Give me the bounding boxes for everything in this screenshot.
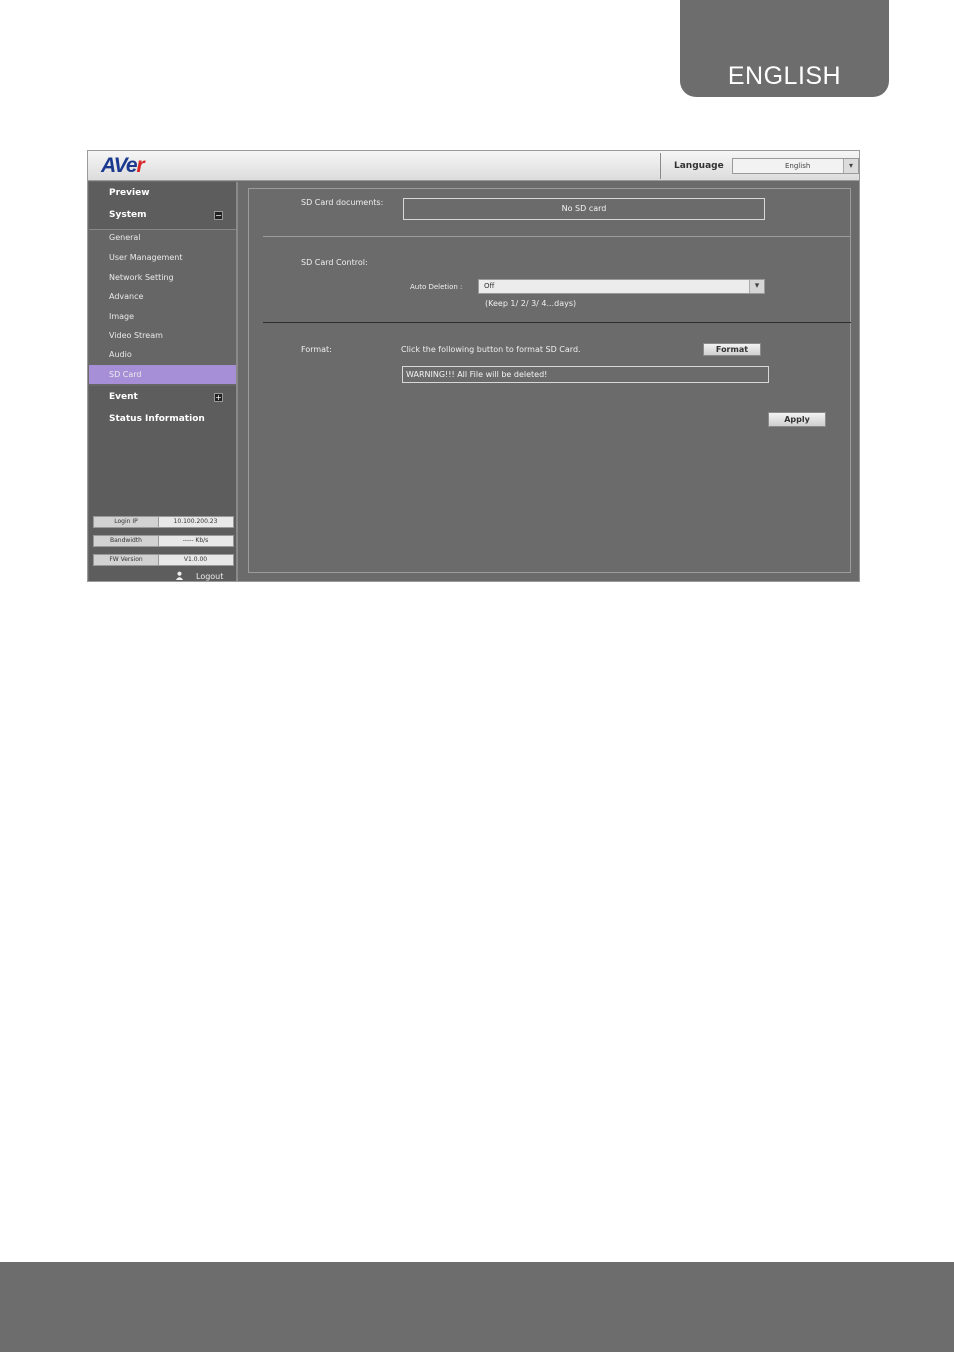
chevron-down-icon[interactable]: ▾ [843,159,858,173]
sidebar-item-image[interactable]: Image [109,312,134,321]
nav-preview[interactable]: Preview [109,188,150,198]
fw-version-value: V1.0.00 [183,556,208,563]
sidebar-item-user-management[interactable]: User Management [109,253,182,262]
nav-system[interactable]: System [109,210,147,220]
sd-docs-status: No SD card [403,198,765,220]
fw-version-row: FW Version V1.0.00 [93,554,234,566]
login-ip-label: Login IP [94,517,159,527]
divider [263,322,851,323]
nav-event[interactable]: Event [109,392,138,402]
app-window: AVer Language English ▾ Preview System −… [87,150,860,582]
aver-logo: AVer [101,154,145,177]
format-label: Format: [301,345,332,354]
sd-control-label: SD Card Control: [301,258,368,267]
nav-status-information[interactable]: Status Information [109,414,205,424]
auto-deletion-label: Auto Deletion : [410,283,463,291]
language-tab: ENGLISH [680,0,889,97]
apply-button[interactable]: Apply [768,412,826,427]
language-tab-label: ENGLISH [727,62,842,90]
logout-label: Logout [196,572,224,581]
fw-version-label: FW Version [94,555,159,565]
sidebar-item-advance[interactable]: Advance [109,292,143,301]
auto-deletion-hint: (Keep 1/ 2/ 3/ 4...days) [485,299,577,308]
sidebar-item-video-stream[interactable]: Video Stream [109,331,163,340]
user-icon [175,571,184,580]
language-label: Language [674,161,724,171]
login-ip-value: 10.100.200.23 [173,518,218,525]
collapse-icon[interactable]: − [214,211,223,220]
chevron-down-icon[interactable]: ▾ [749,280,764,293]
auto-deletion-value: Off [484,282,495,290]
footer-bar [0,1262,954,1352]
auto-deletion-select[interactable]: Off ▾ [478,279,765,294]
sd-docs-label: SD Card documents: [301,198,384,207]
sidebar-item-network-setting[interactable]: Network Setting [109,273,174,282]
login-ip-row: Login IP 10.100.200.23 [93,516,234,528]
sidebar-item-audio[interactable]: Audio [109,350,132,359]
sd-card-panel: SD Card documents: No SD card SD Card Co… [248,188,851,573]
warning-message: WARNING!!! All File will be deleted! [402,366,769,383]
sidebar: Preview System − General User Management… [89,182,238,581]
expand-icon[interactable]: + [214,393,223,402]
divider [660,153,661,179]
format-description: Click the following button to format SD … [401,345,581,354]
language-value: English [785,162,811,170]
language-select[interactable]: English ▾ [732,158,859,174]
format-button[interactable]: Format [703,343,761,356]
sidebar-item-sd-card[interactable]: SD Card [109,370,142,379]
top-bar: AVer Language English ▾ [88,151,859,181]
divider [263,236,851,237]
bandwidth-value: ----- Kb/s [182,537,209,544]
bandwidth-row: Bandwidth ----- Kb/s [93,535,234,547]
logout-link[interactable]: Logout [175,571,223,581]
bandwidth-label: Bandwidth [94,536,159,546]
sidebar-item-general[interactable]: General [109,233,141,242]
